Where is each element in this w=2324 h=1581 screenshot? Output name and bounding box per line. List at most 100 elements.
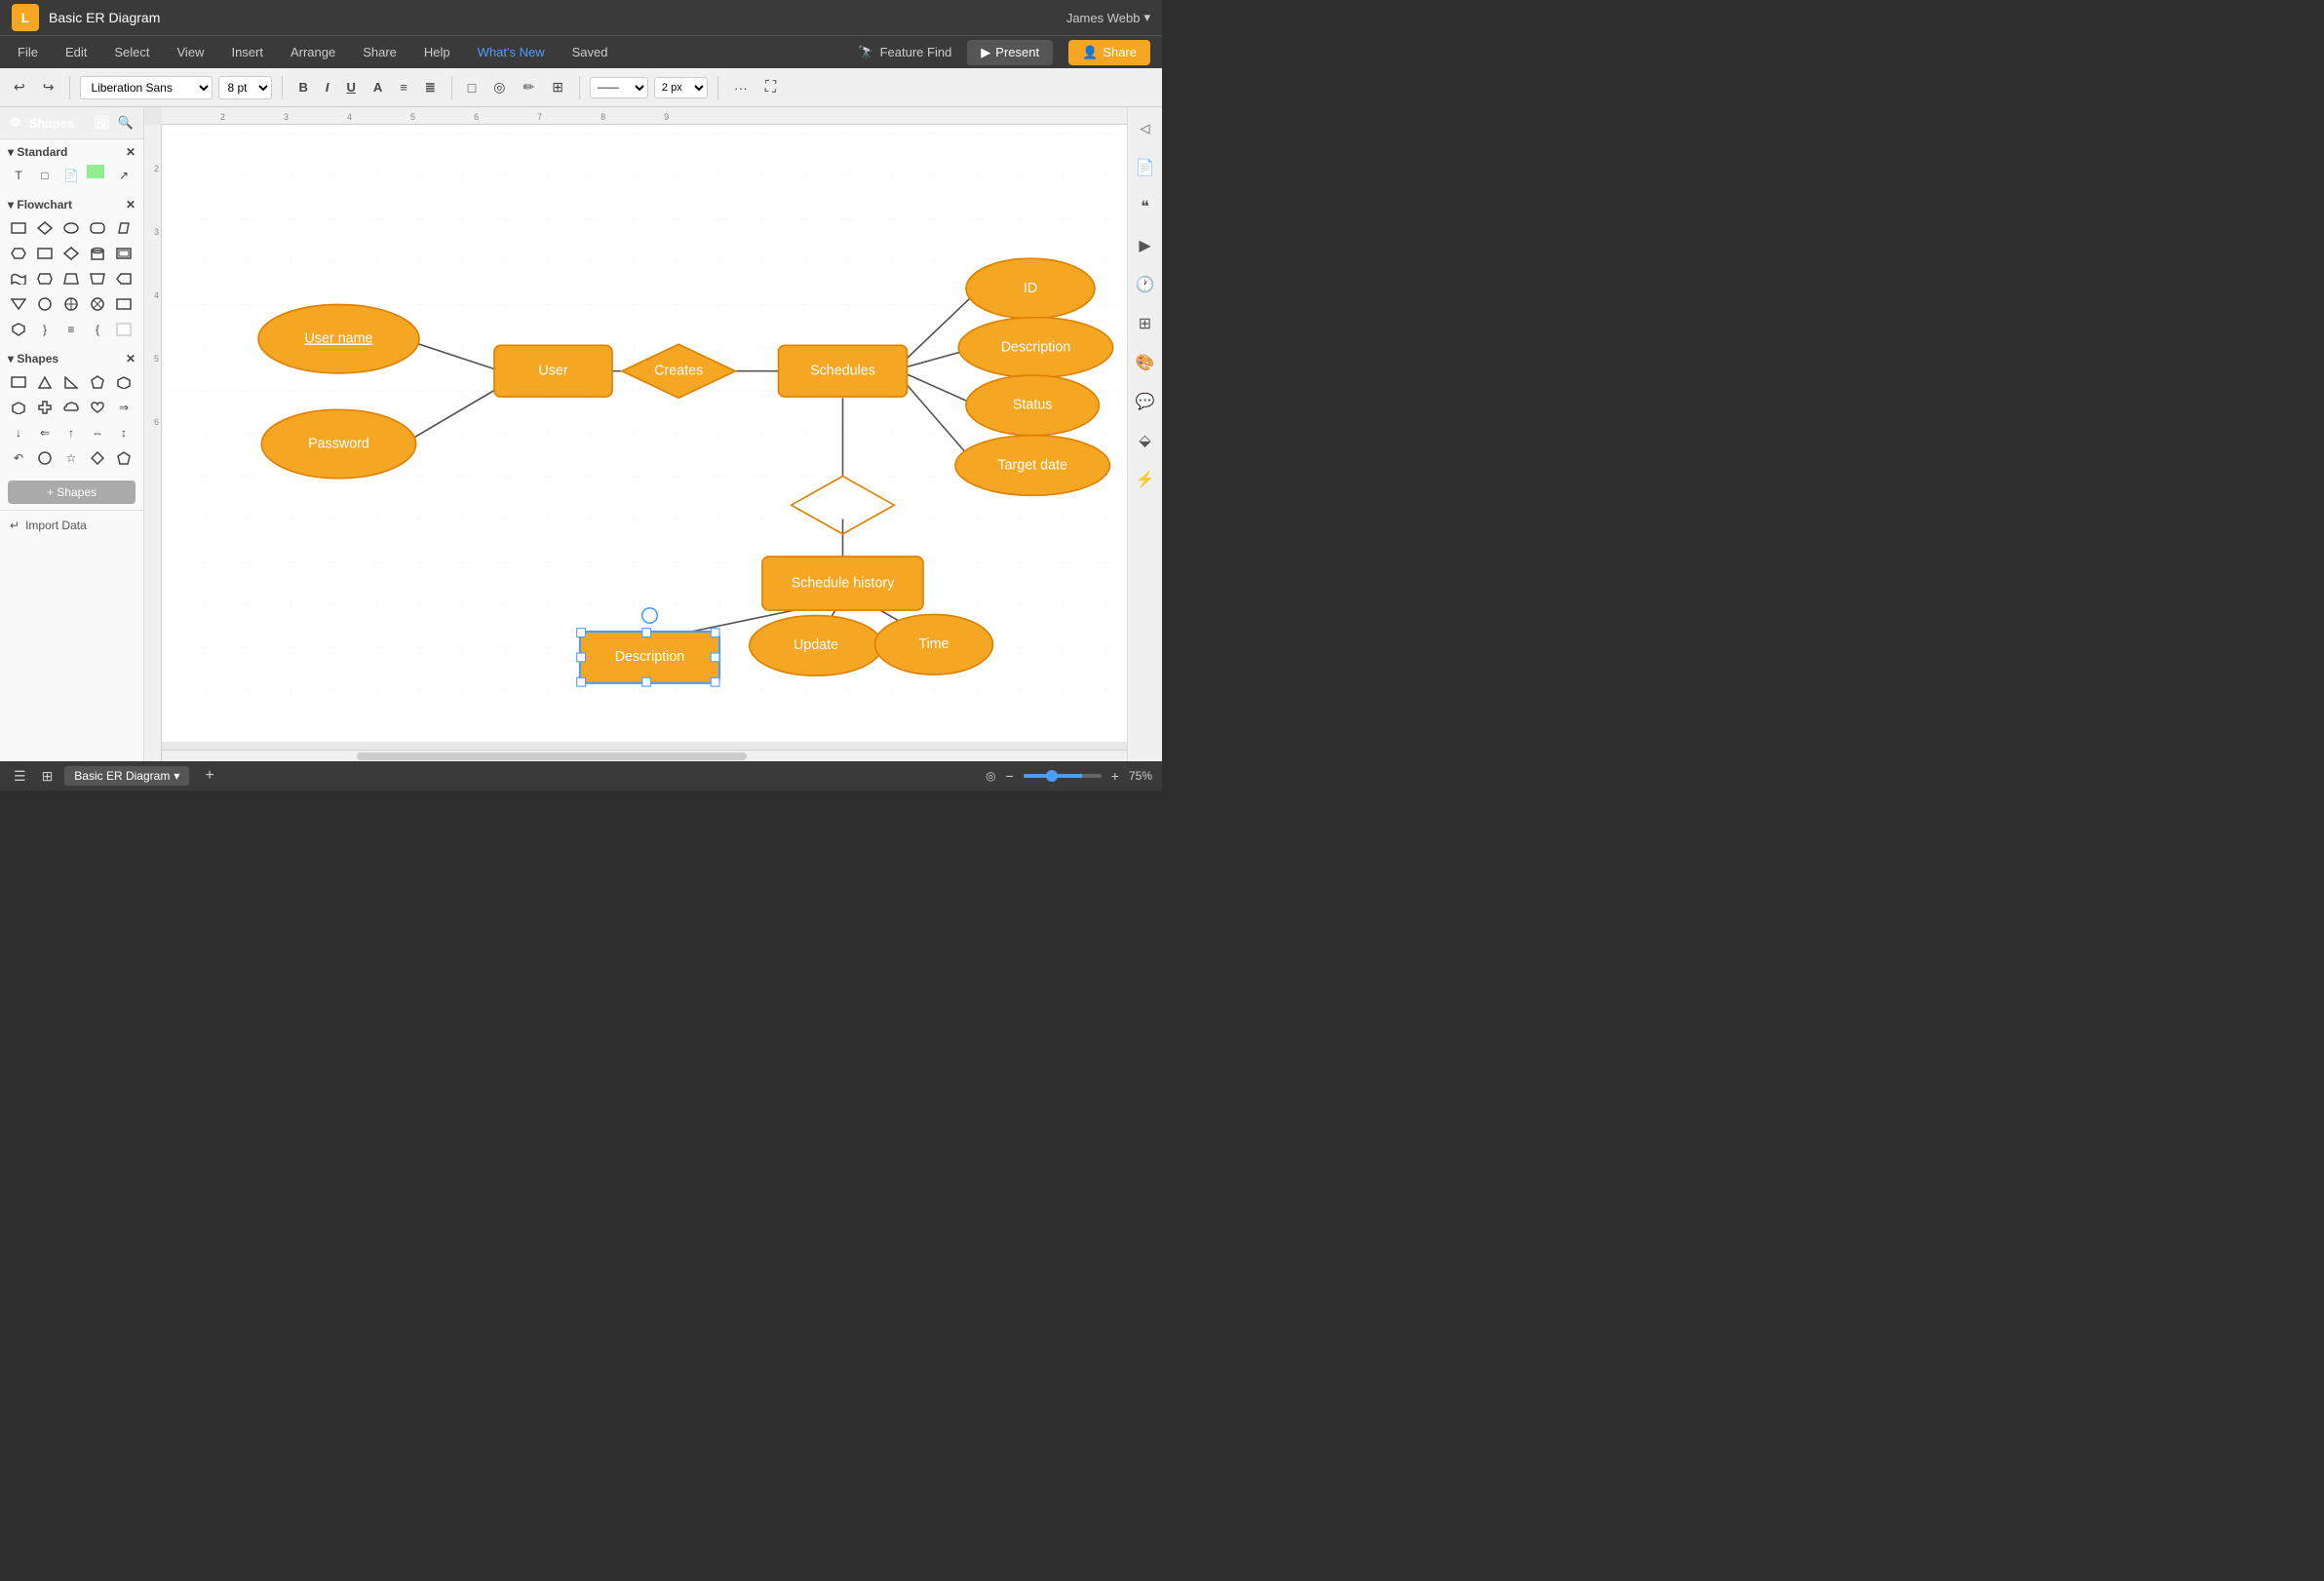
- fc-brace[interactable]: }: [34, 319, 56, 340]
- menu-file[interactable]: File: [12, 41, 44, 63]
- scrollbar-thumb[interactable]: [357, 752, 747, 760]
- handle-tr[interactable]: [711, 629, 719, 637]
- underline-button[interactable]: U: [340, 76, 361, 98]
- schedules-node[interactable]: Schedules: [779, 345, 908, 397]
- note-shape[interactable]: 📄: [60, 165, 82, 186]
- layers-panel-button[interactable]: ⊞: [1132, 310, 1159, 337]
- shapes-section-close[interactable]: ✕: [126, 352, 136, 366]
- italic-button[interactable]: I: [320, 76, 335, 98]
- s-right-triangle[interactable]: [60, 371, 82, 393]
- list-button[interactable]: ≣: [419, 76, 442, 99]
- time-node[interactable]: Time: [875, 614, 993, 675]
- handle-tm[interactable]: [642, 629, 651, 637]
- fc-parallelogram[interactable]: [113, 217, 135, 239]
- rect-shape[interactable]: □: [34, 165, 56, 186]
- fc-cross-circle[interactable]: [60, 293, 82, 315]
- align-button[interactable]: ≡: [394, 76, 413, 98]
- arrow-shape[interactable]: ↗: [113, 165, 135, 186]
- user-menu[interactable]: James Webb ▾: [1066, 10, 1150, 25]
- diagram-name-area[interactable]: Basic ER Diagram ▾: [64, 766, 189, 786]
- fc-triangle-down[interactable]: [8, 293, 29, 315]
- s-rect[interactable]: [8, 371, 29, 393]
- description-top-node[interactable]: Description: [958, 318, 1112, 378]
- present-panel-button[interactable]: ▶: [1132, 232, 1159, 259]
- page-panel-button[interactable]: 📄: [1132, 154, 1159, 181]
- canvas-area[interactable]: 2 3 4 5 6 7 8 9 2 3 4 5 6: [144, 107, 1127, 761]
- flowchart-section-close[interactable]: ✕: [126, 198, 136, 212]
- handle-tl[interactable]: [577, 629, 586, 637]
- horizontal-scrollbar[interactable]: [162, 750, 1127, 761]
- s-arrow-up[interactable]: ↑: [60, 422, 82, 443]
- standard-section-toggle[interactable]: ▾ Standard: [8, 145, 67, 159]
- password-node[interactable]: Password: [261, 409, 415, 478]
- s-pentagon2[interactable]: [113, 447, 135, 469]
- fc-x-circle[interactable]: [87, 293, 108, 315]
- zoom-out-button[interactable]: −: [1002, 766, 1018, 786]
- style-panel-button[interactable]: 🎨: [1132, 349, 1159, 376]
- s-cloud[interactable]: [60, 397, 82, 418]
- s-arrow-lr[interactable]: ⇔: [87, 422, 108, 443]
- embed-panel-button[interactable]: ⬙: [1132, 427, 1159, 454]
- shapes-search-icon[interactable]: 🔍: [118, 115, 134, 131]
- s-circle[interactable]: [34, 447, 56, 469]
- bold-button[interactable]: B: [292, 76, 313, 98]
- s-triangle[interactable]: [34, 371, 56, 393]
- user-node[interactable]: User: [494, 345, 612, 397]
- fc-display[interactable]: [34, 268, 56, 289]
- standard-section-close[interactable]: ✕: [126, 145, 136, 159]
- menu-whats-new[interactable]: What's New: [472, 41, 551, 63]
- fc-rect[interactable]: [8, 217, 29, 239]
- fc-double-rect[interactable]: [113, 243, 135, 264]
- present-button[interactable]: ▶ Present: [967, 40, 1053, 65]
- quote-panel-button[interactable]: ❝: [1132, 193, 1159, 220]
- menu-help[interactable]: Help: [418, 41, 456, 63]
- menu-edit[interactable]: Edit: [59, 41, 93, 63]
- fc-cylinder[interactable]: [87, 243, 108, 264]
- canvas-content[interactable]: User name Password User Creates: [162, 125, 1127, 742]
- text-shape[interactable]: T: [8, 165, 29, 186]
- fc-circle[interactable]: [34, 293, 56, 315]
- font-selector[interactable]: Liberation Sans Arial Times New Roman: [80, 76, 213, 99]
- er-diagram[interactable]: User name Password User Creates: [162, 125, 1127, 742]
- s-arrow-ud[interactable]: ↕: [113, 422, 135, 443]
- undo-button[interactable]: ↩: [8, 75, 31, 99]
- s-diamond[interactable]: [87, 447, 108, 469]
- redo-button[interactable]: ↪: [37, 75, 60, 99]
- targetdate-node[interactable]: Target date: [955, 436, 1109, 496]
- line-button[interactable]: ✏: [517, 75, 540, 99]
- handle-bm[interactable]: [642, 677, 651, 686]
- fc-tape[interactable]: [8, 268, 29, 289]
- s-curved-arrow[interactable]: ↶: [8, 447, 29, 469]
- fc-trapezoid-rev[interactable]: [87, 268, 108, 289]
- shapes-section-toggle[interactable]: ▾ Shapes: [8, 352, 58, 366]
- fc-white-rect[interactable]: [113, 319, 135, 340]
- fc-ellipse[interactable]: [60, 217, 82, 239]
- id-node[interactable]: ID: [966, 258, 1095, 319]
- schedulehistory-node[interactable]: Schedule history: [762, 557, 923, 610]
- menu-arrange[interactable]: Arrange: [285, 41, 341, 63]
- zoom-slider[interactable]: [1024, 774, 1102, 778]
- update-node[interactable]: Update: [750, 616, 882, 676]
- line-style-selector[interactable]: —— - - -: [590, 77, 648, 98]
- handle-bl[interactable]: [577, 677, 586, 686]
- history-panel-button[interactable]: 🕐: [1132, 271, 1159, 298]
- fc-shield[interactable]: [8, 319, 29, 340]
- handle-ml[interactable]: [577, 653, 586, 662]
- zoom-in-button[interactable]: +: [1107, 766, 1123, 786]
- font-color-button[interactable]: A: [368, 76, 388, 98]
- collapse-panel-button[interactable]: ◁: [1132, 115, 1159, 142]
- green-rect-shape[interactable]: [87, 165, 104, 178]
- handle-mr[interactable]: [711, 653, 719, 662]
- menu-view[interactable]: View: [172, 41, 211, 63]
- fc-odd-shape[interactable]: [113, 268, 135, 289]
- fullscreen-button[interactable]: ⛶: [759, 75, 782, 100]
- handle-br[interactable]: [711, 677, 719, 686]
- s-arrow-right[interactable]: ⇒: [113, 397, 135, 418]
- s-hexagon[interactable]: [113, 371, 135, 393]
- fc-list[interactable]: ≡: [60, 319, 82, 340]
- status-node[interactable]: Status: [966, 375, 1099, 436]
- shape-style-button[interactable]: □: [462, 76, 482, 99]
- fill-button[interactable]: ◎: [487, 75, 511, 99]
- s-cross[interactable]: [34, 397, 56, 418]
- menu-select[interactable]: Select: [108, 41, 155, 63]
